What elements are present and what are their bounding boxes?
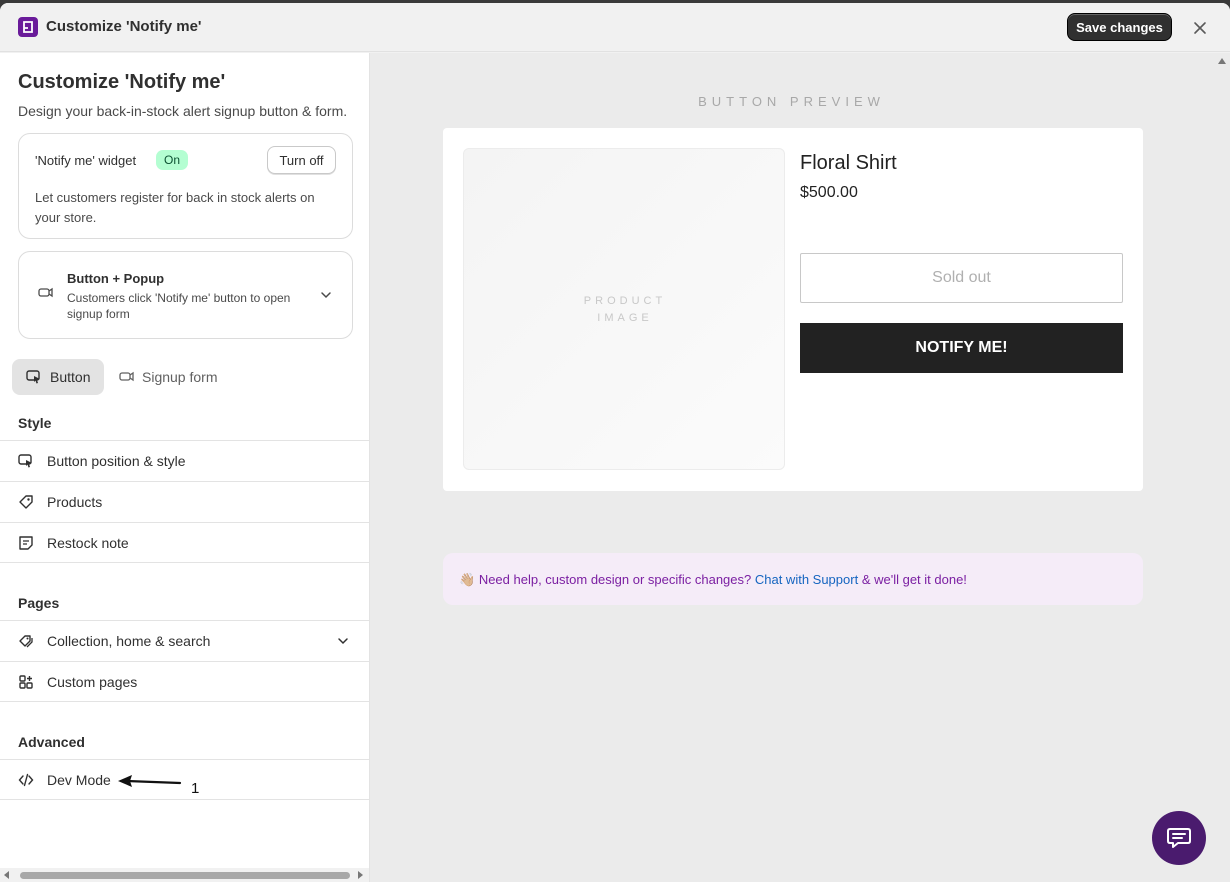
help-text: 👋🏼 Need help, custom design or specific …	[459, 572, 967, 588]
apps-icon	[18, 674, 34, 695]
save-changes-button[interactable]: Save changes	[1067, 13, 1172, 41]
sold-out-button[interactable]: Sold out	[800, 253, 1123, 303]
status-badge: On	[156, 150, 189, 170]
scroll-left-icon[interactable]	[4, 871, 9, 879]
product-price: $500.00	[800, 184, 858, 201]
wave-emoji-icon: 👋🏼	[459, 572, 476, 587]
preview-pane: BUTTON PREVIEW PRODUCT IMAGE Floral Shir…	[370, 53, 1230, 882]
menu-item-collection-home-search[interactable]: Collection, home & search	[0, 620, 369, 661]
product-image-label-line1: PRODUCT	[583, 295, 667, 307]
menu-item-label: Dev Mode	[47, 772, 111, 788]
tab-button[interactable]: Button	[12, 359, 104, 395]
scroll-right-icon[interactable]	[358, 871, 363, 879]
display-mode-title: Button + Popup	[67, 271, 165, 286]
cursor-click-icon	[26, 370, 40, 384]
sidebar-title: Customize 'Notify me'	[18, 71, 226, 93]
widget-status-card: 'Notify me' widget On Turn off Let custo…	[18, 133, 353, 239]
tag-icon	[18, 494, 34, 515]
display-mode-description: Customers click 'Notify me' button to op…	[67, 291, 291, 321]
note-icon	[18, 535, 34, 556]
menu-item-label: Button position & style	[47, 453, 186, 469]
product-image-label-line2: IMAGE	[597, 312, 653, 324]
tags-icon	[18, 633, 34, 654]
menu-item-dev-mode[interactable]: Dev Mode	[0, 759, 369, 800]
title-bar: Customize 'Notify me' Save changes	[0, 3, 1230, 52]
settings-sidebar: Customize 'Notify me' Design your back-i…	[0, 53, 370, 882]
section-heading-advanced: Advanced	[18, 734, 85, 750]
code-icon	[18, 772, 34, 793]
turn-off-button[interactable]: Turn off	[267, 146, 336, 174]
chat-support-button[interactable]	[1152, 811, 1206, 865]
widget-label: 'Notify me' widget	[35, 153, 137, 168]
menu-item-label: Restock note	[47, 535, 129, 551]
help-banner: 👋🏼 Need help, custom design or specific …	[443, 553, 1143, 605]
menu-item-label: Custom pages	[47, 674, 138, 690]
product-preview-card: PRODUCT IMAGE Floral Shirt $500.00 Sold …	[443, 128, 1143, 491]
scroll-up-icon[interactable]	[1218, 58, 1226, 64]
scrollbar-thumb[interactable]	[20, 872, 350, 879]
product-name: Floral Shirt	[800, 152, 897, 174]
chevron-down-icon	[336, 634, 350, 653]
app-logo-icon	[18, 17, 38, 37]
chat-support-link[interactable]: Chat with Support	[755, 572, 858, 587]
menu-item-button-position-style[interactable]: Button position & style	[0, 440, 369, 481]
menu-item-label: Collection, home & search	[47, 633, 211, 649]
customize-window: Customize 'Notify me' Save changes Custo…	[0, 3, 1230, 882]
tab-button-label: Button	[50, 369, 91, 385]
chat-icon	[1167, 828, 1191, 848]
close-icon[interactable]	[1189, 17, 1211, 39]
product-image-placeholder: PRODUCT IMAGE	[463, 148, 785, 470]
notify-me-button[interactable]: NOTIFY ME!	[800, 323, 1123, 373]
annotation-arrow-icon	[118, 771, 182, 796]
popup-icon	[119, 371, 134, 382]
section-heading-style: Style	[18, 415, 52, 431]
sidebar-subtitle: Design your back-in-stock alert signup b…	[18, 103, 348, 119]
cursor-click-icon	[18, 453, 34, 474]
menu-item-custom-pages[interactable]: Custom pages	[0, 661, 369, 702]
chevron-down-icon	[319, 288, 333, 307]
menu-item-label: Products	[47, 494, 103, 510]
tab-signup-form[interactable]: Signup form	[108, 359, 238, 395]
tab-signup-form-label: Signup form	[142, 369, 218, 385]
help-text-before: Need help, custom design or specific cha…	[478, 572, 755, 587]
sidebar-content: Customize 'Notify me' Design your back-i…	[0, 53, 369, 868]
widget-description: Let customers register for back in stock…	[35, 190, 315, 225]
horizontal-scrollbar[interactable]	[0, 868, 369, 882]
popup-icon	[37, 286, 53, 305]
menu-item-products[interactable]: Products	[0, 481, 369, 522]
product-image-label: PRODUCT IMAGE	[464, 293, 786, 327]
display-mode-select[interactable]: Button + Popup Customers click 'Notify m…	[18, 251, 353, 339]
annotation-number: 1	[191, 780, 200, 797]
window-title: Customize 'Notify me'	[46, 18, 202, 35]
preview-label: BUTTON PREVIEW	[698, 94, 885, 109]
help-text-after: & we'll get it done!	[858, 572, 967, 587]
section-heading-pages: Pages	[18, 595, 60, 611]
menu-item-restock-note[interactable]: Restock note	[0, 522, 369, 563]
